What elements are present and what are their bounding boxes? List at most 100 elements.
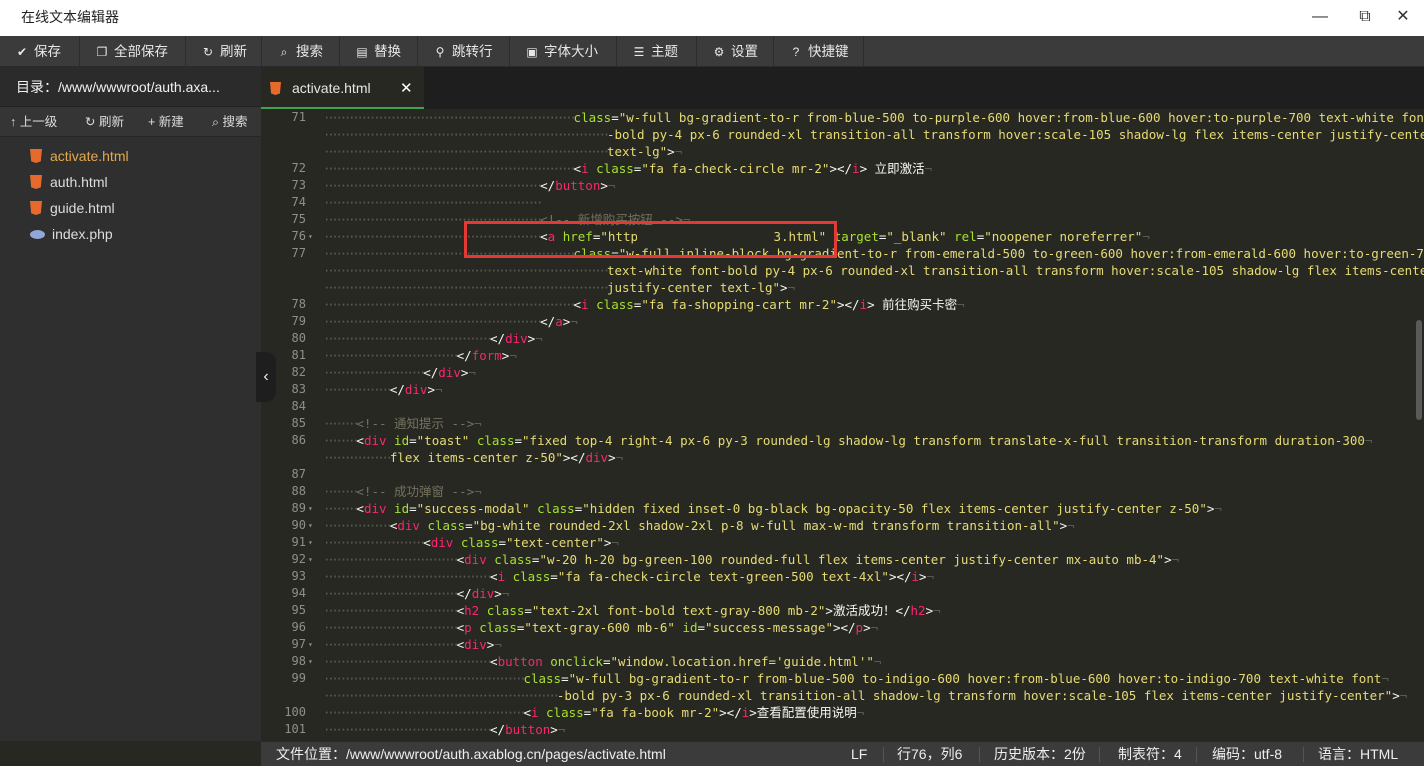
- toolbar-help-button[interactable]: ? 快捷键: [774, 36, 864, 67]
- indent-guide: ········: [323, 416, 360, 431]
- code-text: ········································…: [323, 262, 1424, 279]
- code-token: "fa fa-check-circle mr-2": [641, 161, 830, 176]
- indent-guide: ········································…: [323, 314, 543, 329]
- close-window-button[interactable]: ✕: [1392, 6, 1414, 28]
- indent-guide: ········································: [323, 722, 493, 737]
- fold-arrow-icon[interactable]: ▾: [308, 534, 313, 551]
- toolbar-button-label: 搜索: [296, 44, 323, 59]
- code-text: ························</div>¬: [323, 364, 476, 381]
- code-token: </: [490, 722, 506, 737]
- toolbar-check-button[interactable]: ✔ 保存: [0, 36, 80, 67]
- language-status[interactable]: 语言：HTML: [1318, 742, 1398, 766]
- sidebar-collapse-button[interactable]: ‹: [256, 352, 276, 402]
- line-number: 96: [291, 620, 306, 634]
- line-number: 90: [291, 518, 306, 532]
- code-token: div: [363, 433, 387, 448]
- line-number: 91: [291, 535, 306, 549]
- line-number: 73: [291, 178, 306, 192]
- fold-arrow-icon[interactable]: ▾: [308, 551, 313, 568]
- font-icon: ▣: [526, 45, 538, 59]
- file-item[interactable]: activate.html: [0, 143, 261, 169]
- toolbar-button-label: 设置: [731, 44, 758, 59]
- line-number: 98: [291, 654, 306, 668]
- sidebar-up-arrow-button[interactable]: ↑ 上一级: [10, 107, 57, 137]
- tab-size-status[interactable]: 制表符：4: [1118, 742, 1182, 766]
- code-token: "fa fa-book mr-2": [591, 705, 720, 720]
- code-text: ········································…: [323, 313, 578, 330]
- toolbar-copy-button[interactable]: ❐ 全部保存: [80, 36, 186, 67]
- code-token: >: [863, 620, 871, 635]
- code-token: >激活成功！</: [825, 603, 911, 618]
- toolbar-search-button[interactable]: ⌕ 搜索: [262, 36, 340, 67]
- code-token: "text-center": [506, 535, 604, 550]
- code-token: >: [427, 382, 435, 397]
- refresh-icon: ↻: [202, 45, 214, 59]
- sidebar-search-button[interactable]: ⌕ 搜索: [212, 107, 248, 137]
- code-token: "text-gray-600 mb-6": [524, 620, 675, 635]
- toolbar-replace-button[interactable]: ▤ 替换: [340, 36, 418, 67]
- code-token: </: [389, 382, 405, 397]
- sidebar-action-label: 新建: [158, 115, 184, 129]
- line-number: 92: [291, 552, 306, 566]
- line-end-marker: ¬: [615, 450, 624, 465]
- cursor-position-status[interactable]: 行76，列6: [897, 742, 962, 766]
- code-token: ></: [832, 620, 856, 635]
- line-end-marker: ¬: [494, 637, 502, 652]
- scrollbar-thumb[interactable]: [1416, 320, 1422, 420]
- status-divider: [1196, 747, 1197, 762]
- line-end-marker: ¬: [434, 382, 443, 397]
- indent-guide: ································: [323, 603, 460, 618]
- eol-status[interactable]: LF: [851, 742, 867, 766]
- line-number: 87: [291, 467, 306, 481]
- code-line: 76 ▾ ·····································…: [261, 228, 1416, 245]
- fold-arrow-icon[interactable]: ▾: [308, 653, 313, 670]
- toolbar-button-label: 主题: [651, 44, 678, 59]
- code-text: ········································…: [323, 194, 543, 211]
- toolbar-theme-button[interactable]: ☰ 主题: [617, 36, 697, 67]
- toolbar-refresh-button[interactable]: ↻ 刷新: [186, 36, 262, 67]
- encoding-status[interactable]: 编码：utf-8: [1212, 742, 1282, 766]
- code-token: i: [497, 569, 506, 584]
- code-line: 92 ▾ ································<div …: [261, 551, 1416, 568]
- tab-activate-html[interactable]: activate.html ✕: [261, 67, 424, 109]
- vertical-scrollbar[interactable]: [1416, 109, 1424, 741]
- maximize-button[interactable]: ⧉: [1354, 6, 1376, 28]
- sidebar-refresh-button[interactable]: ↻ 刷新: [85, 107, 124, 137]
- code-line: 88 ········<!-- 成功弹窗 -->¬: [261, 483, 1416, 500]
- fold-arrow-icon[interactable]: ▾: [308, 636, 313, 653]
- code-token: =: [465, 518, 473, 533]
- minimize-button[interactable]: —: [1309, 6, 1331, 28]
- code-editor[interactable]: 71 ······································…: [261, 109, 1424, 741]
- toolbar-font-button[interactable]: ▣ 字体大小: [510, 36, 617, 67]
- line-number: 95: [291, 603, 306, 617]
- code-token: "fa fa-shopping-cart mr-2": [641, 297, 837, 312]
- code-token: class: [460, 535, 499, 550]
- code-token: class: [476, 433, 515, 448]
- line-number: 101: [284, 722, 306, 736]
- code-token: class: [512, 569, 551, 584]
- toolbar-gear-button[interactable]: ⚙ 设置: [697, 36, 774, 67]
- indent-guide: ················: [323, 382, 393, 397]
- history-status[interactable]: 历史版本：2份: [994, 742, 1086, 766]
- toolbar-button-label: 跳转行: [452, 44, 493, 59]
- fold-arrow-icon[interactable]: ▾: [308, 517, 313, 534]
- toolbar-goto-button[interactable]: ⚲ 跳转行: [418, 36, 510, 67]
- code-line: 72 ······································…: [261, 160, 1416, 177]
- code-token: id: [394, 501, 410, 516]
- tab-close-icon[interactable]: ✕: [400, 79, 413, 97]
- code-token: =: [561, 671, 569, 686]
- code-token: > 前往购买卡密: [867, 297, 958, 312]
- fold-arrow-icon[interactable]: ▾: [308, 500, 313, 517]
- theme-icon: ☰: [633, 45, 645, 59]
- file-item[interactable]: auth.html: [0, 169, 261, 195]
- sidebar-plus-button[interactable]: + 新建: [148, 107, 184, 137]
- code-token: button: [555, 178, 601, 193]
- file-item[interactable]: guide.html: [0, 195, 261, 221]
- code-text: ········································…: [323, 670, 1389, 687]
- fold-arrow-icon[interactable]: ▾: [308, 228, 313, 245]
- file-item[interactable]: index.php: [0, 221, 261, 247]
- search-icon: ⌕: [280, 45, 288, 59]
